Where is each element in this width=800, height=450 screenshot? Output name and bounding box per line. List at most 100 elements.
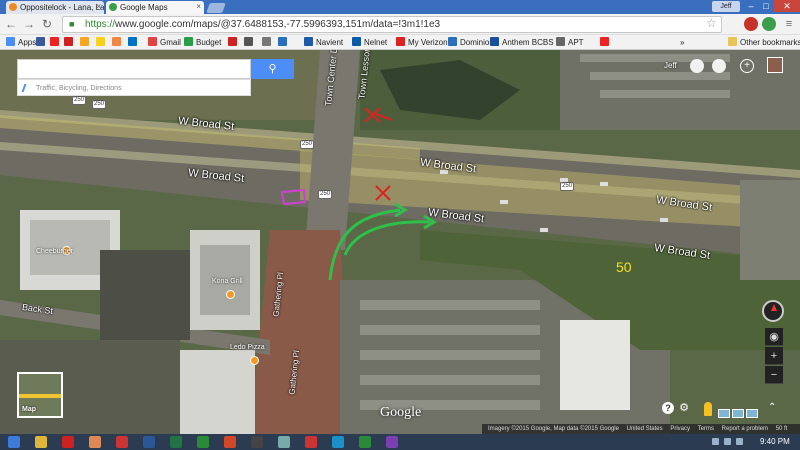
route-shield: 250 [560, 182, 575, 191]
adblock-extension-icon[interactable] [744, 17, 758, 31]
bookmark-favicon-icon [396, 37, 405, 46]
bookmark-item[interactable] [228, 37, 240, 48]
bookmark-label: Nelnet [364, 38, 388, 47]
bookmark-favicon-icon [490, 37, 499, 46]
network-icon[interactable] [712, 438, 719, 445]
close-window-button[interactable]: ✕ [774, 0, 800, 12]
country-link[interactable]: United States [627, 426, 663, 432]
share-plus-icon[interactable]: + [740, 59, 754, 73]
bookmark-star-icon[interactable]: ☆ [706, 16, 717, 30]
new-tab-button[interactable] [206, 3, 226, 13]
bookmark-item[interactable] [80, 37, 92, 48]
taskbar-app9-icon[interactable] [251, 436, 263, 448]
bookmark-item[interactable] [262, 37, 274, 48]
poi-label[interactable]: Ledo Pizza [230, 344, 265, 351]
bookmark-item[interactable]: Nelnet [352, 37, 387, 48]
taskbar-word-icon[interactable] [143, 436, 155, 448]
taskbar-chrome-icon[interactable] [35, 436, 47, 448]
my-location-icon[interactable]: ◉ [765, 328, 783, 346]
bookmark-item[interactable]: Anthem BCBS [490, 37, 554, 48]
taskbar-app11-icon[interactable] [305, 436, 317, 448]
tab-google-maps[interactable]: Google Maps × [106, 1, 204, 14]
reload-icon[interactable]: ↻ [40, 17, 54, 31]
poi-label[interactable]: Kona Grill [212, 278, 243, 285]
avatar[interactable] [767, 57, 783, 73]
traffic-layers-link[interactable]: Traffic, Bicycling, Directions [17, 79, 251, 96]
close-tab-icon[interactable]: × [96, 2, 101, 11]
taskbar-excel-icon[interactable] [170, 436, 182, 448]
search-button[interactable]: ⚲ [251, 59, 294, 79]
bookmark-item[interactable]: My Verizon [396, 37, 448, 48]
close-tab-icon[interactable]: × [196, 2, 201, 11]
pegman-icon[interactable] [704, 402, 712, 416]
maximize-icon[interactable]: □ [759, 0, 773, 12]
clock[interactable]: 9:40 PM [760, 437, 790, 446]
map-canvas[interactable]: 50 W Broad St W Broad St W Broad St W Br… [0, 50, 800, 434]
back-arrow-icon[interactable]: ← [4, 17, 18, 31]
bookmark-favicon-icon [50, 37, 59, 46]
terms-link[interactable]: Terms [698, 426, 714, 432]
photo-thumbnail[interactable] [718, 409, 730, 418]
report-problem-link[interactable]: Report a problem [722, 426, 768, 432]
menu-icon[interactable]: ≡ [782, 17, 796, 31]
battery-icon[interactable] [736, 438, 743, 445]
extension-icon[interactable] [762, 17, 776, 31]
taskbar-powerpoint-icon[interactable] [224, 436, 236, 448]
taskbar-start-icon[interactable] [8, 436, 20, 448]
taskbar-app3-icon[interactable] [89, 436, 101, 448]
gear-icon[interactable]: ⚙ [678, 402, 690, 414]
help-button[interactable]: ? [662, 402, 674, 414]
restaurant-pin-icon[interactable] [226, 290, 235, 299]
taskbar-app10-icon[interactable] [278, 436, 290, 448]
bookmarks-bar: » Other bookmarks Apps Gmail Budget Navient… [0, 35, 800, 50]
bookmark-item[interactable] [244, 37, 256, 48]
bookmark-item[interactable]: Navient [304, 37, 343, 48]
tab-oppositelock[interactable]: Oppositelock - Lana, Lana × [6, 1, 104, 14]
photo-thumbnail[interactable] [732, 409, 744, 418]
bookmark-item[interactable] [96, 37, 108, 48]
bookmark-label: Dominion [460, 38, 494, 47]
zoom-in-button[interactable]: + [765, 347, 783, 365]
photo-strip[interactable] [718, 405, 762, 418]
taskbar-app7-icon[interactable] [197, 436, 209, 448]
compass-icon[interactable] [762, 300, 784, 322]
bookmark-item[interactable] [278, 37, 290, 48]
tab-label: Google Maps [120, 3, 168, 12]
bookmark-item[interactable]: Apps [6, 37, 36, 48]
address-bar[interactable]: ■ https://www.google.com/maps/@37.648815… [62, 16, 722, 33]
poi-label[interactable]: Cheeburger [36, 248, 73, 255]
apps-grid-icon[interactable] [690, 59, 704, 73]
bookmark-item[interactable]: APT [556, 37, 584, 48]
profile-chip[interactable]: Jeff [712, 1, 740, 12]
bookmark-item[interactable]: Budget [184, 37, 221, 48]
taskbar-app2-icon[interactable] [62, 436, 74, 448]
taskbar-app12-icon[interactable] [332, 436, 344, 448]
bookmark-item[interactable] [112, 37, 124, 48]
map-type-toggle[interactable]: Map [17, 372, 63, 418]
bookmark-item[interactable] [64, 37, 76, 48]
photo-thumbnail[interactable] [746, 409, 758, 418]
bookmark-favicon-icon [80, 37, 89, 46]
bookmark-label: My Verizon [408, 38, 448, 47]
forward-arrow-icon[interactable]: → [22, 17, 36, 31]
restaurant-pin-icon[interactable] [250, 356, 259, 365]
bookmark-item[interactable]: Gmail [148, 37, 181, 48]
bookmark-item[interactable] [50, 37, 62, 48]
bookmark-item[interactable] [128, 37, 140, 48]
taskbar-app13-icon[interactable] [359, 436, 371, 448]
expand-icon[interactable]: ⌃ [768, 402, 776, 413]
bookmark-item[interactable] [36, 37, 48, 48]
taskbar-app4-icon[interactable] [116, 436, 128, 448]
minimize-icon[interactable]: – [744, 0, 758, 12]
search-input[interactable] [17, 59, 251, 79]
bookmark-item[interactable]: Dominion [448, 37, 494, 48]
zoom-out-button[interactable]: − [765, 366, 783, 384]
volume-icon[interactable] [724, 438, 731, 445]
taskbar-app14-icon[interactable] [386, 436, 398, 448]
other-bookmarks[interactable]: Other bookmarks [728, 37, 800, 48]
privacy-link[interactable]: Privacy [670, 426, 690, 432]
bookmarks-overflow-icon[interactable]: » [680, 37, 684, 48]
account-name[interactable]: Jeff [664, 61, 677, 70]
bookmark-item[interactable] [600, 37, 612, 48]
notifications-icon[interactable] [712, 59, 726, 73]
